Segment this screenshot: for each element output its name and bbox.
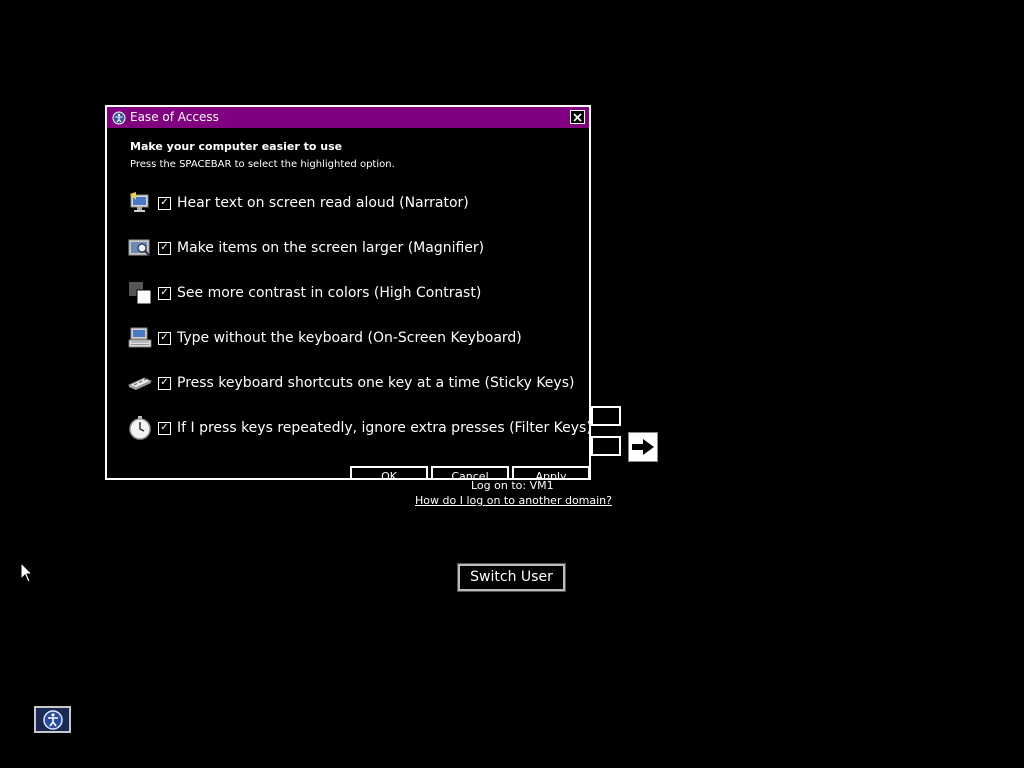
high-contrast-checkbox[interactable]: ✓ [158,286,171,300]
dialog-titlebar: Ease of Access [107,107,589,128]
cancel-button[interactable]: Cancel [431,466,509,478]
dialog-title: Ease of Access [130,110,219,124]
filter-keys-icon [128,416,152,440]
option-label: Hear text on screen read aloud (Narrator… [177,195,469,211]
high-contrast-icon [128,281,152,305]
dialog-instructions: Press the SPACEBAR to select the highlig… [130,159,395,170]
apply-button[interactable]: Apply [512,466,589,478]
option-label: Type without the keyboard (On-Screen Key… [177,330,522,346]
option-sticky-keys[interactable]: ✓ Press keyboard shortcuts one key at a … [128,369,574,397]
log-on-to-label: Log on to: VM1 [471,479,554,492]
option-label: Press keyboard shortcuts one key at a ti… [177,375,575,391]
option-high-contrast[interactable]: ✓ See more contrast in colors (High Cont… [128,279,481,307]
option-magnifier[interactable]: ✓ Make items on the screen larger (Magni… [128,234,484,262]
filter-keys-checkbox[interactable]: ✓ [158,421,171,435]
password-field[interactable] [591,436,621,456]
close-button[interactable] [570,110,585,124]
on-screen-keyboard-checkbox[interactable]: ✓ [158,331,171,345]
option-on-screen-keyboard[interactable]: ✓ Type without the keyboard (On-Screen K… [128,324,522,352]
sticky-keys-icon [128,371,152,395]
ease-of-access-dialog: Ease of Access Make your computer easier… [105,105,591,480]
option-narrator[interactable]: ✓ Hear text on screen read aloud (Narrat… [128,189,469,217]
on-screen-keyboard-icon [128,326,152,350]
magnifier-icon [128,236,152,260]
ease-of-access-button[interactable] [34,706,71,733]
option-label: Make items on the screen larger (Magnifi… [177,240,485,256]
narrator-icon [128,191,152,215]
sticky-keys-checkbox[interactable]: ✓ [158,376,171,390]
submit-arrow-button[interactable] [628,432,658,462]
mouse-pointer-icon [20,562,34,583]
option-label: If I press keys repeatedly, ignore extra… [177,420,591,436]
ok-button[interactable]: OK [350,466,428,478]
username-field[interactable] [591,406,621,426]
ease-of-access-icon [112,111,126,124]
dialog-heading: Make your computer easier to use [130,140,343,153]
option-filter-keys[interactable]: ✓ If I press keys repeatedly, ignore ext… [128,414,591,442]
other-domain-link[interactable]: How do I log on to another domain? [415,494,612,508]
ease-of-access-icon [42,709,63,730]
magnifier-checkbox[interactable]: ✓ [158,241,171,255]
option-label: See more contrast in colors (High Contra… [177,285,482,301]
close-icon [573,112,582,122]
arrow-right-icon [632,439,654,455]
switch-user-button[interactable]: Switch User [457,563,566,592]
narrator-checkbox[interactable]: ✓ [158,196,171,210]
